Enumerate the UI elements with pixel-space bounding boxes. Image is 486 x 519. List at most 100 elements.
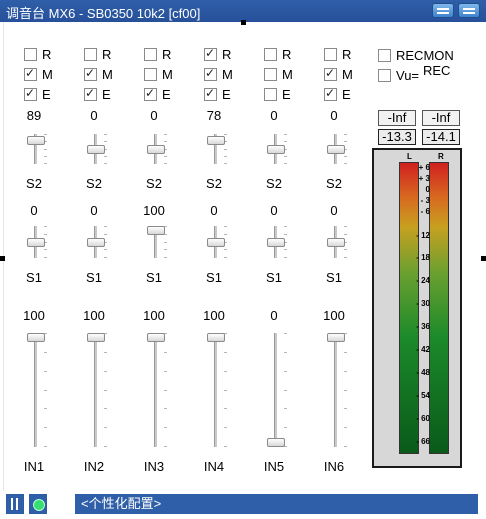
ch4-fader-knob[interactable]	[207, 333, 225, 342]
meter-scale-label: - 3	[420, 196, 430, 205]
ch1-fader-knob[interactable]	[27, 333, 45, 342]
ch6-s2-label: S2	[326, 176, 342, 191]
ch1-s1-value: 0	[30, 203, 38, 218]
ch2-r-checkbox[interactable]	[84, 48, 97, 61]
ch2-fader-knob[interactable]	[87, 333, 105, 342]
ch1-r-checkbox[interactable]	[24, 48, 37, 61]
ch6-m-checkbox[interactable]	[324, 66, 337, 81]
ch6-s1-value: 0	[330, 203, 338, 218]
ch5-m-checkbox[interactable]	[264, 68, 277, 81]
ch2-s2-slider-knob[interactable]	[87, 144, 105, 154]
ch2-s2-value: 0	[90, 108, 98, 123]
meter-bar-right	[429, 162, 449, 454]
meter-scale-label: 0	[425, 185, 430, 194]
meter-scale: + 6 + 3 0 - 3 - 6 - 12 - 18 - 24 - 30 - 36 - 42 - 4…	[396, 150, 430, 466]
ch2-e-checkbox[interactable]	[84, 86, 97, 101]
ch5-s1-value: 0	[270, 203, 278, 218]
ch5-e-checkbox[interactable]	[264, 88, 277, 101]
ch6-s2-slider-knob[interactable]	[327, 144, 345, 154]
meter-scale-label: - 36	[416, 322, 430, 331]
ch4-r-label: R	[222, 47, 232, 62]
recmon-checkbox[interactable]	[378, 49, 391, 62]
ch6-m-label: M	[342, 67, 353, 82]
window-title: 调音台 MX6 - SB0350 10k2 [cf00]	[6, 6, 201, 21]
peak-left-readout: -Inf	[378, 110, 416, 126]
minimize-button[interactable]	[432, 3, 454, 18]
ch4-m-checkbox[interactable]	[204, 66, 217, 81]
menu-button[interactable]	[458, 3, 480, 18]
ch3-m-checkbox[interactable]	[144, 68, 157, 81]
resize-handle-top[interactable]	[241, 20, 246, 25]
ch2-m-checkbox[interactable]	[84, 66, 97, 81]
ch4-fader-track	[214, 333, 217, 447]
ch3-r-label: R	[162, 47, 172, 62]
meter-scale-label: - 18	[416, 253, 430, 262]
ch4-e-label: E	[222, 87, 231, 102]
ch1-s2-value: 89	[26, 108, 42, 123]
ch3-e-checkbox[interactable]	[144, 86, 157, 101]
ch3-s1-slider-knob[interactable]	[147, 226, 165, 235]
ch3-level-value: 100	[143, 308, 165, 323]
ch5-e-label: E	[282, 87, 291, 102]
ch6-r-checkbox[interactable]	[324, 48, 337, 61]
ch2-s1-value: 0	[90, 203, 98, 218]
ch3-e-label: E	[162, 87, 171, 102]
meter-scale-label: - 60	[416, 414, 430, 423]
resize-handle-left[interactable]	[0, 256, 5, 261]
ch1-m-checkbox[interactable]	[24, 66, 37, 81]
ch6-level-value: 100	[323, 308, 345, 323]
ch6-s1-slider-knob[interactable]	[327, 237, 345, 247]
vu-checkbox[interactable]	[378, 69, 391, 82]
resize-handle-right[interactable]	[481, 256, 486, 261]
vu-rec-label: REC	[423, 63, 451, 78]
meter-scale-label: - 24	[416, 276, 430, 285]
ch5-s2-slider-knob[interactable]	[267, 144, 285, 154]
ch4-e-checkbox[interactable]	[204, 86, 217, 101]
meter-scale-label: - 30	[416, 299, 430, 308]
rms-left-readout: -13.3	[378, 129, 416, 145]
ch3-r-checkbox[interactable]	[144, 48, 157, 61]
ch5-r-label: R	[282, 47, 292, 62]
ch4-s2-label: S2	[206, 176, 222, 191]
preset-selector[interactable]: <个性化配置>	[75, 494, 478, 514]
ch2-s1-label: S1	[86, 270, 102, 285]
ch3-label: IN3	[143, 459, 165, 474]
ch1-e-checkbox[interactable]	[24, 86, 37, 101]
ch6-fader-knob[interactable]	[327, 333, 345, 342]
ch5-r-checkbox[interactable]	[264, 48, 277, 61]
ch4-r-checkbox[interactable]	[204, 46, 217, 61]
ch2-r-label: R	[102, 47, 112, 62]
ch4-s2-slider-knob[interactable]	[207, 136, 225, 146]
ch5-label: IN5	[263, 459, 285, 474]
ch5-s1-slider-knob[interactable]	[267, 237, 285, 247]
ch1-level-value: 100	[23, 308, 45, 323]
ch3-s1-value: 100	[143, 203, 165, 218]
ch5-s2-value: 0	[270, 108, 278, 123]
ch3-fader-knob[interactable]	[147, 333, 165, 342]
meter-scale-label: - 66	[416, 437, 430, 446]
ch3-s1-label: S1	[146, 270, 162, 285]
ch1-s1-slider-knob[interactable]	[27, 237, 45, 247]
ch5-fader-knob[interactable]	[267, 438, 285, 447]
ch2-s2-label: S2	[86, 176, 102, 191]
ch6-r-label: R	[342, 47, 352, 62]
meter-scale-label: - 42	[416, 345, 430, 354]
ch6-e-checkbox[interactable]	[324, 86, 337, 101]
ch2-label: IN2	[83, 459, 105, 474]
mixer-icon[interactable]	[6, 494, 24, 514]
ch2-s1-slider-knob[interactable]	[87, 237, 105, 247]
ch3-s2-slider-knob[interactable]	[147, 144, 165, 154]
status-led-icon[interactable]	[29, 494, 47, 514]
ch1-fader-track	[34, 333, 37, 447]
bottom-toolbar: <个性化配置>	[0, 491, 486, 519]
ch5-level-value: 0	[270, 308, 278, 323]
ch1-s2-slider-knob[interactable]	[27, 136, 45, 146]
ch1-r-label: R	[42, 47, 52, 62]
meter-scale-label: + 6	[418, 163, 430, 172]
ch1-label: IN1	[23, 459, 45, 474]
ch6-fader-ticks	[344, 333, 347, 447]
ch3-fader-ticks	[164, 333, 167, 447]
ch4-s1-value: 0	[210, 203, 218, 218]
ch6-e-label: E	[342, 87, 351, 102]
ch4-s1-slider-knob[interactable]	[207, 237, 225, 247]
